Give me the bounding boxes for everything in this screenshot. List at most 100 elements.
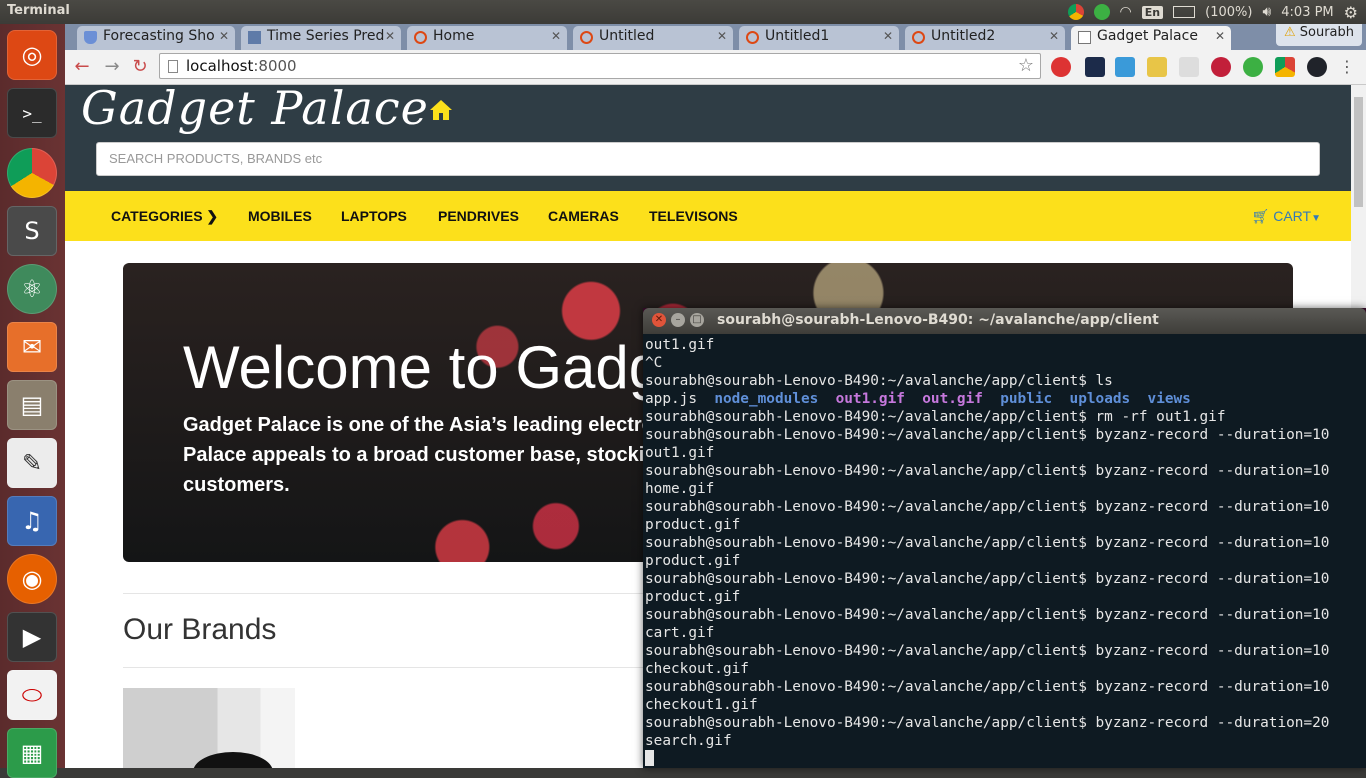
forward-arrow-icon[interactable]: → xyxy=(101,56,123,78)
brand-logo-card[interactable] xyxy=(123,688,295,768)
brands-heading: Our Brands xyxy=(123,613,277,646)
terminal-lines: out1.gif ^C sourabh@sourabh-Lenovo-B490:~/… xyxy=(643,334,1366,768)
ls-entry: out1.gif xyxy=(835,391,905,407)
tab-forecasting[interactable]: Forecasting Sho ✕ xyxy=(77,26,235,50)
react-devtools-icon[interactable] xyxy=(1307,57,1327,77)
tab-untitled1[interactable]: Untitled1 ✕ xyxy=(739,26,899,50)
ls-entry: views xyxy=(1147,391,1191,407)
hangouts-extension-icon[interactable] xyxy=(1243,57,1263,77)
nav-mobiles[interactable]: MOBILES xyxy=(248,208,312,224)
terminal-line: search.gif xyxy=(645,733,732,749)
maximize-window-icon[interactable]: □ xyxy=(690,313,704,327)
category-navbar: CATEGORIES ❯ MOBILES LAPTOPS PENDRIVES C… xyxy=(65,191,1351,241)
hangouts-tray-icon[interactable] xyxy=(1093,4,1110,20)
adblock-extension-icon[interactable] xyxy=(1051,57,1071,77)
close-icon[interactable]: ✕ xyxy=(551,29,561,43)
tab-time-series[interactable]: Time Series Pred ✕ xyxy=(241,26,401,50)
extension-glasses-icon[interactable] xyxy=(1147,57,1167,77)
extension-red-icon[interactable] xyxy=(1211,57,1231,77)
tab-untitled2[interactable]: Untitled2 ✕ xyxy=(905,26,1065,50)
extension-search-icon[interactable] xyxy=(1179,57,1199,77)
terminal-line: sourabh@sourabh-Lenovo-B490:~/avalanche/… xyxy=(645,715,1330,731)
close-icon[interactable]: ✕ xyxy=(219,29,229,43)
settings-gear-icon[interactable]: ⚙ xyxy=(1344,3,1358,22)
terminal-line: sourabh@sourabh-Lenovo-B490:~/avalanche/… xyxy=(645,643,1330,659)
chrome-launcher-icon[interactable] xyxy=(7,148,57,198)
close-window-icon[interactable]: ✕ xyxy=(652,313,666,327)
cart-icon: 🛒︎ xyxy=(1251,208,1270,224)
bookmark-star-icon[interactable]: ☆ xyxy=(1018,55,1034,76)
page-info-icon[interactable] xyxy=(168,60,178,73)
tab-home[interactable]: Home ✕ xyxy=(407,26,567,50)
document-viewer-icon[interactable]: ⬭ xyxy=(7,670,57,720)
close-icon[interactable]: ✕ xyxy=(883,29,893,43)
atom-editor-icon[interactable]: ⚛ xyxy=(7,264,57,314)
search-input[interactable]: SEARCH PRODUCTS, BRANDS etc xyxy=(96,142,1320,176)
profile-button[interactable]: ⚠ Sourabh xyxy=(1275,24,1362,46)
battery-icon[interactable] xyxy=(1173,6,1196,18)
scrollbar-thumb[interactable] xyxy=(1354,97,1363,207)
sublime-text-icon[interactable]: S xyxy=(7,206,57,256)
terminal-cursor-line xyxy=(645,750,1366,768)
nav-categories[interactable]: CATEGORIES ❯ xyxy=(111,208,218,225)
extension-icon[interactable] xyxy=(1085,57,1105,77)
nav-pendrives[interactable]: PENDRIVES xyxy=(438,208,519,224)
jupyter-icon xyxy=(912,31,925,44)
wifi-icon[interactable]: ◠ xyxy=(1120,4,1132,20)
terminal-line: app.js node_modules out1.gif out.gif pub… xyxy=(645,390,1366,408)
keyboard-layout-indicator[interactable]: En xyxy=(1141,5,1164,19)
volume-icon[interactable]: 🔊︎ xyxy=(1262,4,1271,20)
address-bar[interactable]: localhost:8000 ☆ xyxy=(159,53,1041,79)
tab-strip: Forecasting Sho ✕ Time Series Pred ✕ Hom… xyxy=(65,24,1366,50)
terminal-line: product.gif xyxy=(645,589,741,605)
close-icon[interactable]: ✕ xyxy=(385,29,395,43)
nav-laptops[interactable]: LAPTOPS xyxy=(341,208,407,224)
terminal-window: ✕ – □ sourabh@sourabh-Lenovo-B490: ~/ava… xyxy=(643,308,1366,768)
top-panel: Terminal ◠ En (100%) 🔊︎ 4:03 PM ⚙ xyxy=(0,0,1366,24)
terminal-output[interactable]: out1.gif ^C sourabh@sourabh-Lenovo-B490:~/… xyxy=(643,334,1366,768)
terminal-line: sourabh@sourabh-Lenovo-B490:~/avalanche/… xyxy=(645,535,1330,551)
chrome-tray-icon[interactable] xyxy=(1067,4,1084,20)
terminal-line: ^C xyxy=(645,355,663,371)
system-tray: ◠ En (100%) 🔊︎ 4:03 PM ⚙ xyxy=(1067,2,1358,22)
tab-label: Untitled1 xyxy=(765,28,830,44)
spreadsheet-icon[interactable]: ▦ xyxy=(7,728,57,778)
audacity-icon[interactable]: ♫ xyxy=(7,496,57,546)
terminal-line: out1.gif xyxy=(645,337,715,353)
text-editor-icon[interactable]: ✎ xyxy=(7,438,57,488)
extension-c-icon[interactable] xyxy=(1115,57,1135,77)
tab-gadget-palace[interactable]: Gadget Palace ✕ xyxy=(1071,26,1231,50)
ls-entry: out.gif xyxy=(922,391,983,407)
site-brand[interactable]: Gadget Palace xyxy=(81,85,429,135)
terminal-line: checkout.gif xyxy=(645,661,749,677)
close-icon[interactable]: ✕ xyxy=(1215,29,1225,43)
terminal-line: sourabh@sourabh-Lenovo-B490:~/avalanche/… xyxy=(645,373,1113,389)
battery-percent[interactable]: (100%) xyxy=(1205,5,1252,20)
home-icon[interactable] xyxy=(429,99,453,121)
terminal-cursor xyxy=(645,750,654,766)
terminal-line: sourabh@sourabh-Lenovo-B490:~/avalanche/… xyxy=(645,499,1330,515)
page-icon xyxy=(1078,31,1091,44)
firefox-icon[interactable]: ◉ xyxy=(7,554,57,604)
tab-label: Time Series Pred xyxy=(267,28,385,44)
back-arrow-icon[interactable]: ← xyxy=(71,56,93,78)
terminal-launcher-icon[interactable]: >_ xyxy=(7,88,57,138)
ubuntu-dash-icon[interactable]: ◎ xyxy=(7,30,57,80)
cart-dropdown[interactable]: 🛒︎ CART▼ xyxy=(1252,208,1321,225)
postman-icon[interactable]: ✉ xyxy=(7,322,57,372)
extension-colored-icon[interactable] xyxy=(1275,57,1295,77)
tab-untitled[interactable]: Untitled ✕ xyxy=(573,26,733,50)
terminal-titlebar[interactable]: ✕ – □ sourabh@sourabh-Lenovo-B490: ~/ava… xyxy=(643,308,1366,334)
tab-label: Untitled2 xyxy=(931,28,996,44)
nav-cameras[interactable]: CAMERAS xyxy=(548,208,619,224)
file-manager-icon[interactable]: ▤ xyxy=(7,380,57,430)
video-editor-icon[interactable]: ▶ xyxy=(7,612,57,662)
nav-televisons[interactable]: TELEVISONS xyxy=(649,208,738,224)
reload-icon[interactable]: ↻ xyxy=(129,56,151,78)
clock[interactable]: 4:03 PM xyxy=(1281,5,1333,20)
close-icon[interactable]: ✕ xyxy=(1049,29,1059,43)
menu-icon[interactable]: ⋮ xyxy=(1339,57,1355,77)
minimize-window-icon[interactable]: – xyxy=(671,313,685,327)
close-icon[interactable]: ✕ xyxy=(717,29,727,43)
browser-toolbar: ← → ↻ localhost:8000 ☆ ⋮ xyxy=(65,50,1366,85)
